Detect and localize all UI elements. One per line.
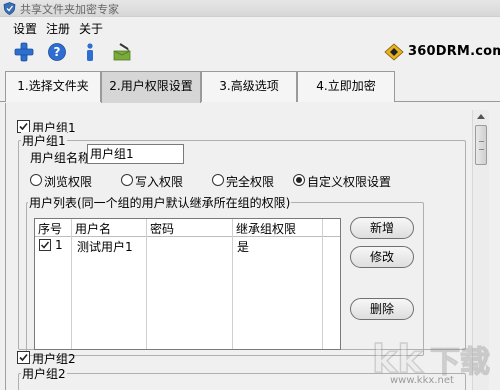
group-name-label: 用户组名称: [30, 151, 91, 165]
column-header-password[interactable]: 密码: [150, 220, 174, 237]
title-bar: 共享文件夹加密专家: [0, 0, 500, 17]
tab-encrypt-now[interactable]: 4.立即加密: [297, 71, 395, 102]
radio-write-label: 写入权限: [135, 175, 184, 189]
row-index: 1: [55, 238, 63, 252]
svg-text:kk: kk: [372, 337, 423, 378]
group2-frame-title: 用户组2: [21, 365, 67, 382]
tab-advanced-options[interactable]: 3.高级选项: [201, 71, 297, 102]
window-title: 共享文件夹加密专家: [20, 3, 119, 16]
radio-custom-label: 自定义权限设置: [307, 175, 392, 189]
menu-register[interactable]: 注册: [46, 20, 70, 37]
delete-user-button[interactable]: 删除: [350, 298, 414, 320]
info-icon[interactable]: [79, 41, 101, 63]
user-list-table[interactable]: 序号 用户名 密码 继承组权限 1 测试用户1 是: [34, 218, 341, 350]
column-header-inherit[interactable]: 继承组权限: [236, 220, 296, 237]
row-inherit: 是: [237, 240, 250, 254]
tab-bar: 1.选择文件夹 2.用户权限设置 3.高级选项 4.立即加密: [0, 68, 500, 103]
watermark-url: www.kkx.net: [390, 375, 454, 386]
column-header-username[interactable]: 用户名: [75, 220, 111, 237]
brand-logo: 360DRM.com: [384, 43, 500, 61]
radio-browse-permission[interactable]: [30, 174, 42, 186]
tab-select-folder[interactable]: 1.选择文件夹: [5, 71, 101, 102]
watermark-logo: kk 下载: [371, 336, 490, 378]
svg-text:下载: 下载: [430, 345, 490, 378]
menu-bar: 设置 注册 关于: [0, 18, 500, 36]
svg-text:?: ?: [54, 45, 61, 59]
register-icon[interactable]: [111, 41, 133, 63]
user-list-title: 用户列表(同一个组的用户默认继承所在组的权限): [28, 194, 292, 211]
radio-full-permission[interactable]: [212, 174, 224, 186]
help-icon[interactable]: ?: [46, 41, 68, 63]
add-icon[interactable]: [13, 41, 35, 63]
group2-checkbox[interactable]: [17, 351, 30, 364]
watermark: kk 下载 www.kkx.net: [368, 334, 498, 388]
add-user-button[interactable]: 新增: [350, 217, 414, 239]
brand-logo-icon: [384, 43, 404, 61]
edit-user-button[interactable]: 修改: [350, 246, 414, 268]
radio-browse-label: 浏览权限: [44, 175, 93, 189]
menu-about[interactable]: 关于: [79, 20, 103, 37]
shield-icon: [3, 2, 16, 15]
table-row[interactable]: 1 测试用户1 是: [35, 237, 340, 255]
radio-custom-permission[interactable]: [293, 174, 305, 186]
row-checkbox[interactable]: [39, 239, 51, 251]
tab-user-permissions[interactable]: 2.用户权限设置: [101, 71, 201, 103]
group-name-input[interactable]: 用户组1: [87, 144, 184, 164]
brand-text: 360DRM.com: [408, 44, 500, 59]
column-header-index[interactable]: 序号: [38, 220, 62, 237]
scroll-thumb[interactable]: [475, 125, 487, 165]
group1-frame-title: 用户组1: [21, 132, 67, 149]
radio-full-label: 完全权限: [226, 175, 275, 189]
scroll-up-arrow-icon[interactable]: [477, 114, 485, 119]
radio-write-permission[interactable]: [121, 174, 133, 186]
menu-settings[interactable]: 设置: [13, 20, 37, 37]
row-username: 测试用户1: [77, 240, 133, 254]
